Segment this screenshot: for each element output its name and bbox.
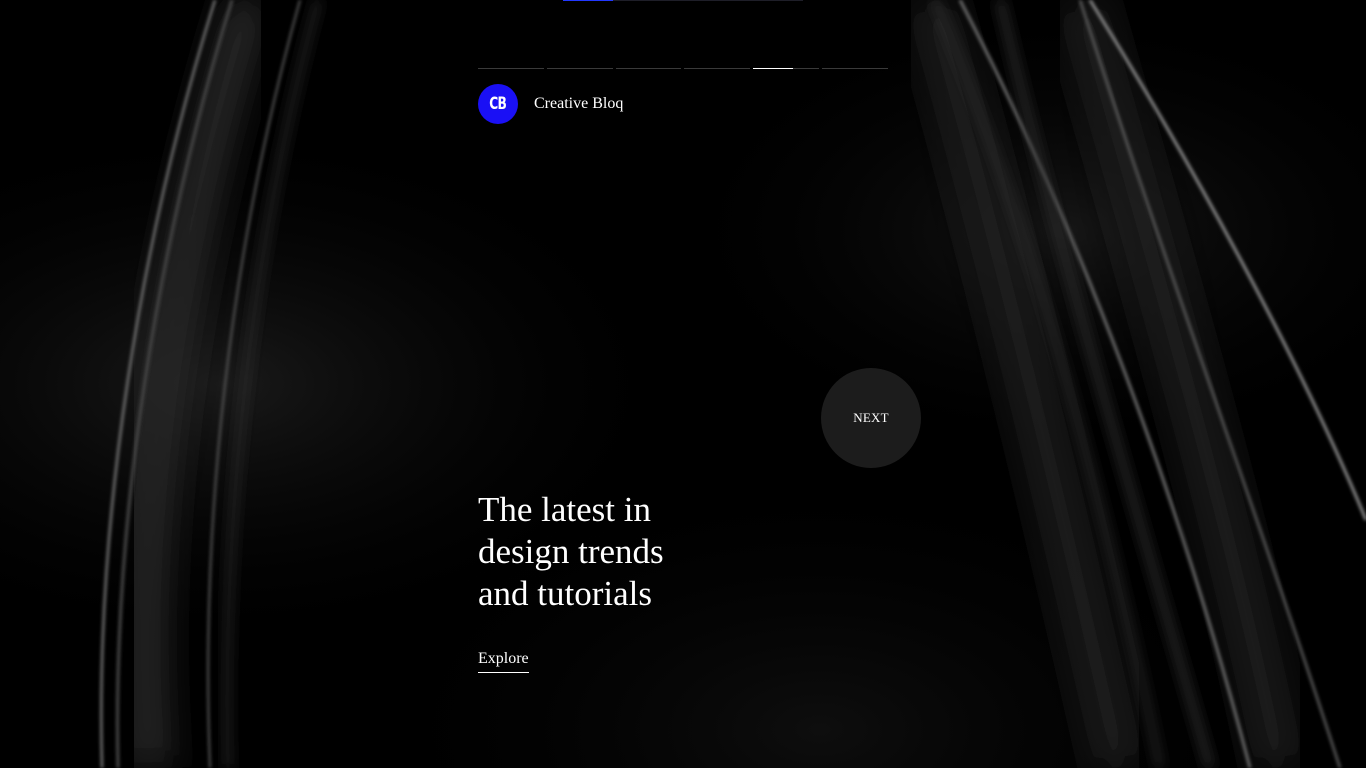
story-progress-segment — [684, 68, 751, 69]
story-progress-segment — [546, 68, 613, 69]
top-loading-bar — [563, 0, 803, 1]
explore-link[interactable]: Explore — [478, 650, 529, 673]
brand-logo: CB — [478, 84, 518, 124]
headline: The latest in design trends and tutorials — [478, 489, 738, 615]
background-art — [0, 0, 1366, 768]
next-button[interactable]: NEXT — [821, 368, 921, 468]
headline-line: The latest in — [478, 490, 652, 529]
story-progress-segment — [753, 68, 820, 69]
story-progress-segment — [822, 68, 888, 69]
story-progress-bar — [478, 68, 888, 70]
brand-logo-text: CB — [489, 94, 508, 114]
story-progress-segment-fill — [753, 68, 793, 69]
story-progress-segment — [478, 68, 544, 69]
top-loading-bar-fill — [563, 0, 613, 1]
brand[interactable]: CB Creative Bloq — [478, 84, 623, 124]
story-progress-segment — [615, 68, 682, 69]
headline-line: design trends — [478, 532, 664, 571]
headline-line: and tutorials — [478, 574, 652, 613]
next-button-label: NEXT — [853, 410, 889, 425]
brand-name: Creative Bloq — [534, 95, 624, 112]
